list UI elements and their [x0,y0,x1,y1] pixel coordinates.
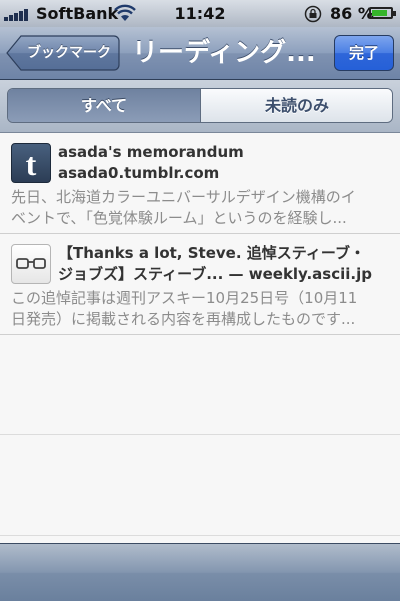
item-title: ジョブズ】スティーブ... — weekly.ascii.jp [58,265,372,283]
filter-toolbar: すべて 未読のみ [0,80,400,133]
navigation-bar: ブックマーク リーディング... 完了 [0,27,400,80]
bookmarks-back-button[interactable]: ブックマーク [6,35,120,71]
segmented-control: すべて 未読のみ [7,88,393,123]
status-bar: SoftBank 11:42 86 % [0,0,400,27]
item-excerpt-line: 先日、北海道カラーユニバーサルデザイン機構のイ [11,188,356,206]
done-button[interactable]: 完了 [334,35,394,71]
item-excerpt-line: 日発売）に掲載される内容を再構成したものです... [11,310,356,328]
reading-list: t asada's memorandum asada0.tumblr.com 先… [0,133,400,543]
segment-unread[interactable]: 未読のみ [201,89,392,122]
empty-row-divider [0,434,400,435]
list-item[interactable]: t asada's memorandum asada0.tumblr.com 先… [0,133,400,234]
battery-percent: 86 % [330,4,374,23]
empty-row-divider [0,535,400,536]
battery-icon [369,7,396,19]
list-item[interactable]: 【Thanks a lot, Steve. 追悼スティーブ・ ジョブズ】スティー… [0,234,400,335]
item-excerpt-line: この追悼記事は週刊アスキー10月25日号（10月11 [11,289,358,307]
segment-all[interactable]: すべて [8,89,201,122]
glasses-icon [11,244,51,284]
rotation-lock-icon [304,5,322,23]
tumblr-icon: t [11,143,51,183]
item-excerpt-line: ベントで、「色覚体験ルーム」というのを経験し... [11,209,347,227]
bottom-toolbar [0,543,400,601]
item-title: 【Thanks a lot, Steve. 追悼スティーブ・ [58,244,365,262]
item-title: asada's memorandum [58,143,244,161]
item-source: asada0.tumblr.com [58,164,220,182]
back-button-label: ブックマーク [27,45,111,61]
page-title: リーディング... [132,38,316,68]
